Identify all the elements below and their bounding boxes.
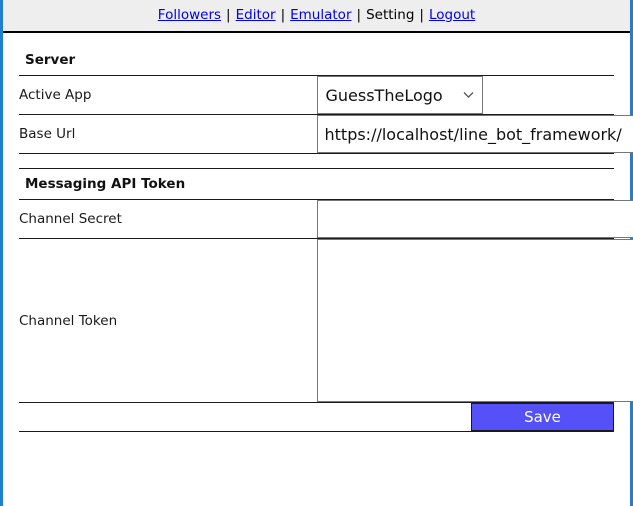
nav-link-editor[interactable]: Editor [236,9,276,23]
spacer-right [317,154,615,169]
base-url-input[interactable] [317,115,633,153]
field-cell-base-url [317,115,615,154]
browser-window: Followers | Editor | Emulator | Setting … [0,0,633,506]
field-cell-active-app: GuessTheLogo [317,76,615,115]
active-app-select-wrapper: GuessTheLogo [317,76,483,114]
nav-current-setting: Setting [366,9,414,23]
row-actions: Save [19,403,614,432]
actions-cell: Save [317,403,615,432]
nav-link-followers[interactable]: Followers [158,9,221,23]
label-channel-token: Channel Token [19,239,317,403]
top-navigation-bar: Followers | Editor | Emulator | Setting … [3,0,630,33]
settings-form-table: Server Active App GuessTheLogo Ba [19,45,614,432]
nav-separator: | [414,9,429,23]
section-spacer-row [19,154,614,169]
section-header-server-label: Server [19,45,614,76]
section-header-server: Server [19,45,614,76]
label-active-app: Active App [19,76,317,115]
row-channel-token: Channel Token [19,239,614,403]
label-channel-secret: Channel Secret [19,200,317,239]
row-channel-secret: Channel Secret [19,200,614,239]
row-base-url: Base Url [19,115,614,154]
section-header-messaging-api-token-label: Messaging API Token [19,169,614,200]
nav-separator: | [352,9,367,23]
active-app-select[interactable]: GuessTheLogo [317,76,483,114]
spacer-left [19,154,317,169]
nav-separator: | [276,9,291,23]
row-active-app: Active App GuessTheLogo [19,76,614,115]
nav-separator: | [221,9,236,23]
nav-link-emulator[interactable]: Emulator [290,9,351,23]
channel-secret-input[interactable] [317,200,633,238]
save-button[interactable]: Save [471,403,614,431]
actions-empty-label-cell [19,403,317,432]
settings-content: Server Active App GuessTheLogo Ba [3,33,630,506]
channel-token-textarea[interactable] [317,239,633,402]
field-cell-channel-secret [317,200,615,239]
nav-link-logout[interactable]: Logout [429,9,475,23]
section-header-messaging-api-token: Messaging API Token [19,169,614,200]
label-base-url: Base Url [19,115,317,154]
field-cell-channel-token [317,239,615,403]
